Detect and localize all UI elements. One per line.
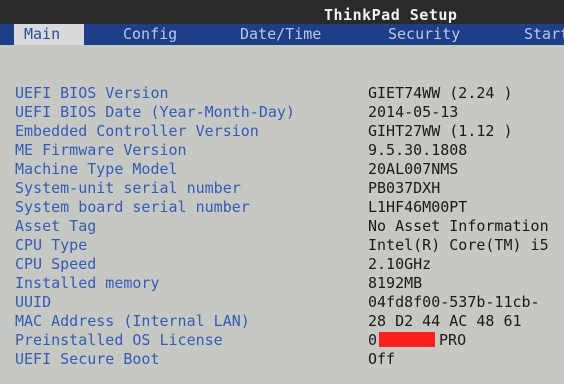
tab-bar: Main Config Date/Time Security Start — [0, 24, 564, 45]
value-cpu-speed: 2.10GHz — [368, 255, 432, 273]
label-embedded-controller-version: Embedded Controller Version — [15, 122, 259, 140]
value-embedded-controller-version: GIHT27WW (1.12 ) — [368, 122, 513, 140]
tab-date-time[interactable]: Date/Time — [240, 24, 321, 45]
tab-main[interactable]: Main — [14, 24, 85, 45]
label-uefi-bios-date: UEFI BIOS Date (Year-Month-Day) — [15, 103, 295, 121]
label-uefi-bios-version: UEFI BIOS Version — [15, 84, 169, 102]
license-suffix: PRO — [439, 331, 467, 349]
app-title: ThinkPad Setup — [324, 6, 458, 24]
value-uefi-bios-date: 2014-05-13 — [368, 103, 459, 121]
value-uefi-bios-version: GIET74WW (2.24 ) — [368, 84, 513, 102]
tab-security[interactable]: Security — [388, 24, 460, 45]
value-asset-tag: No Asset Information — [368, 217, 549, 235]
redaction-block — [379, 332, 436, 347]
value-preinstalled-os-license: 0 PRO — [368, 331, 466, 349]
value-uefi-secure-boot: Off — [368, 350, 396, 368]
label-me-firmware-version: ME Firmware Version — [15, 141, 187, 159]
label-cpu-type: CPU Type — [15, 236, 88, 254]
tab-startup[interactable]: Start — [524, 24, 564, 45]
license-prefix: 0 — [368, 331, 378, 349]
value-mac-address: 28 D2 44 AC 48 61 — [368, 312, 522, 330]
value-cpu-type: Intel(R) Core(TM) i5 — [368, 236, 549, 254]
label-uefi-secure-boot[interactable]: UEFI Secure Boot — [15, 350, 160, 368]
title-bar: ThinkPad Setup — [0, 0, 564, 24]
label-installed-memory: Installed memory — [15, 274, 160, 292]
label-preinstalled-os-license: Preinstalled OS License — [15, 331, 223, 349]
label-cpu-speed: CPU Speed — [15, 255, 97, 273]
label-mac-address: MAC Address (Internal LAN) — [15, 312, 250, 330]
value-machine-type-model: 20AL007NMS — [368, 160, 459, 178]
label-system-unit-serial: System-unit serial number — [15, 179, 241, 197]
value-uuid: 04fd8f00-537b-11cb- — [368, 293, 540, 311]
label-system-board-serial: System board serial number — [15, 198, 250, 216]
label-uuid: UUID — [15, 293, 52, 311]
value-me-firmware-version: 9.5.30.1808 — [368, 141, 468, 159]
value-system-unit-serial: PB037DXH — [368, 179, 441, 197]
tab-config[interactable]: Config — [123, 24, 177, 45]
main-panel: UEFI BIOS Version GIET74WW (2.24 ) UEFI … — [0, 45, 564, 384]
label-asset-tag: Asset Tag — [15, 217, 97, 235]
value-installed-memory: 8192MB — [368, 274, 423, 292]
label-machine-type-model: Machine Type Model — [15, 160, 178, 178]
value-system-board-serial: L1HF46M00PT — [368, 198, 468, 216]
